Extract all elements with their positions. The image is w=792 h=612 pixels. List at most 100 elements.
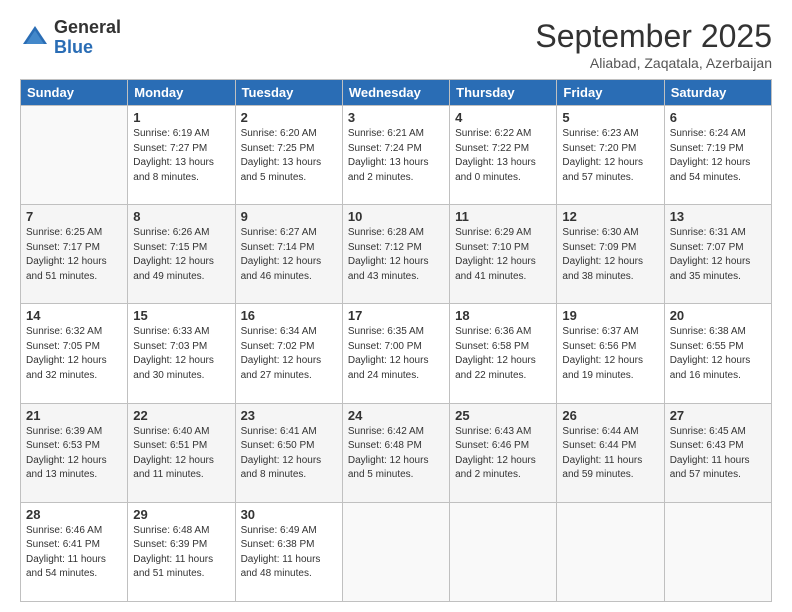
day-header-saturday: Saturday <box>664 80 771 106</box>
day-info: Sunrise: 6:22 AM Sunset: 7:22 PM Dayligh… <box>455 127 551 185</box>
day-number: 10 <box>348 209 444 224</box>
calendar-cell: 15Sunrise: 6:33 AM Sunset: 7:03 PM Dayli… <box>128 304 235 403</box>
calendar-cell <box>21 106 128 205</box>
page: General Blue September 2025 Aliabad, Zaq… <box>0 0 792 612</box>
day-info: Sunrise: 6:36 AM Sunset: 6:58 PM Dayligh… <box>455 325 551 383</box>
calendar-cell: 3Sunrise: 6:21 AM Sunset: 7:24 PM Daylig… <box>342 106 449 205</box>
day-number: 21 <box>26 408 122 423</box>
day-number: 9 <box>241 209 337 224</box>
day-header-friday: Friday <box>557 80 664 106</box>
day-number: 8 <box>133 209 229 224</box>
day-number: 1 <box>133 110 229 125</box>
day-info: Sunrise: 6:44 AM Sunset: 6:44 PM Dayligh… <box>562 425 658 483</box>
calendar-cell: 6 Sunrise: 6:24 AM Sunset: 7:19 PM Daylig… <box>664 106 771 205</box>
day-info: Sunrise: 6:27 AM Sunset: 7:14 PM Dayligh… <box>241 226 337 284</box>
day-number: 12 <box>562 209 658 224</box>
calendar-cell: 23Sunrise: 6:41 AM Sunset: 6:50 PM Dayli… <box>235 403 342 502</box>
day-header-wednesday: Wednesday <box>342 80 449 106</box>
day-info: Sunrise: 6:42 AM Sunset: 6:48 PM Dayligh… <box>348 425 444 483</box>
day-info: Sunrise: 6:48 AM Sunset: 6:39 PM Dayligh… <box>133 524 229 582</box>
day-info: Sunrise: 6:33 AM Sunset: 7:03 PM Dayligh… <box>133 325 229 383</box>
calendar-cell: 29 Sunrise: 6:48 AM Sunset: 6:39 PM Dayli… <box>128 502 235 601</box>
day-number: 16 <box>241 308 337 323</box>
week-row-2: 7 Sunrise: 6:25 AM Sunset: 7:17 PM Daylig… <box>21 205 772 304</box>
day-info: Sunrise: 6:40 AM Sunset: 6:51 PM Dayligh… <box>133 425 229 483</box>
day-number: 2 <box>241 110 337 125</box>
calendar-cell: 5 Sunrise: 6:23 AM Sunset: 7:20 PM Daylig… <box>557 106 664 205</box>
day-info: Sunrise: 6:20 AM Sunset: 7:25 PM Dayligh… <box>241 127 337 185</box>
calendar-cell: 25 Sunrise: 6:43 AM Sunset: 6:46 PM Dayli… <box>450 403 557 502</box>
calendar-cell: 10 Sunrise: 6:28 AM Sunset: 7:12 PM Dayli… <box>342 205 449 304</box>
day-number: 3 <box>348 110 444 125</box>
day-info: Sunrise: 6:49 AM Sunset: 6:38 PM Dayligh… <box>241 524 337 582</box>
day-info: Sunrise: 6:45 AM Sunset: 6:43 PM Dayligh… <box>670 425 766 483</box>
day-info: Sunrise: 6:24 AM Sunset: 7:19 PM Dayligh… <box>670 127 766 185</box>
calendar-cell: 8 Sunrise: 6:26 AM Sunset: 7:15 PM Daylig… <box>128 205 235 304</box>
day-info: Sunrise: 6:37 AM Sunset: 6:56 PM Dayligh… <box>562 325 658 383</box>
day-number: 27 <box>670 408 766 423</box>
day-number: 20 <box>670 308 766 323</box>
day-info: Sunrise: 6:25 AM Sunset: 7:17 PM Dayligh… <box>26 226 122 284</box>
calendar-cell: 18 Sunrise: 6:36 AM Sunset: 6:58 PM Dayli… <box>450 304 557 403</box>
header: General Blue September 2025 Aliabad, Zaq… <box>20 18 772 71</box>
day-number: 18 <box>455 308 551 323</box>
day-number: 11 <box>455 209 551 224</box>
day-number: 25 <box>455 408 551 423</box>
day-number: 17 <box>348 308 444 323</box>
day-number: 6 <box>670 110 766 125</box>
subtitle: Aliabad, Zaqatala, Azerbaijan <box>535 55 772 71</box>
logo: General Blue <box>20 18 121 58</box>
week-row-3: 14Sunrise: 6:32 AM Sunset: 7:05 PM Dayli… <box>21 304 772 403</box>
day-info: Sunrise: 6:32 AM Sunset: 7:05 PM Dayligh… <box>26 325 122 383</box>
calendar-cell <box>557 502 664 601</box>
day-number: 28 <box>26 507 122 522</box>
calendar-cell <box>450 502 557 601</box>
day-info: Sunrise: 6:39 AM Sunset: 6:53 PM Dayligh… <box>26 425 122 483</box>
week-row-4: 21 Sunrise: 6:39 AM Sunset: 6:53 PM Dayli… <box>21 403 772 502</box>
day-info: Sunrise: 6:28 AM Sunset: 7:12 PM Dayligh… <box>348 226 444 284</box>
calendar-cell: 22 Sunrise: 6:40 AM Sunset: 6:51 PM Dayli… <box>128 403 235 502</box>
calendar-cell: 9 Sunrise: 6:27 AM Sunset: 7:14 PM Daylig… <box>235 205 342 304</box>
day-number: 19 <box>562 308 658 323</box>
day-info: Sunrise: 6:23 AM Sunset: 7:20 PM Dayligh… <box>562 127 658 185</box>
title-block: September 2025 Aliabad, Zaqatala, Azerba… <box>535 18 772 71</box>
calendar-cell: 27 Sunrise: 6:45 AM Sunset: 6:43 PM Dayli… <box>664 403 771 502</box>
calendar-table: SundayMondayTuesdayWednesdayThursdayFrid… <box>20 79 772 602</box>
calendar-cell: 20 Sunrise: 6:38 AM Sunset: 6:55 PM Dayli… <box>664 304 771 403</box>
calendar-cell: 11 Sunrise: 6:29 AM Sunset: 7:10 PM Dayli… <box>450 205 557 304</box>
calendar-cell <box>342 502 449 601</box>
calendar-cell: 28 Sunrise: 6:46 AM Sunset: 6:41 PM Dayli… <box>21 502 128 601</box>
calendar-cell: 19 Sunrise: 6:37 AM Sunset: 6:56 PM Dayli… <box>557 304 664 403</box>
day-info: Sunrise: 6:30 AM Sunset: 7:09 PM Dayligh… <box>562 226 658 284</box>
day-number: 7 <box>26 209 122 224</box>
day-info: Sunrise: 6:34 AM Sunset: 7:02 PM Dayligh… <box>241 325 337 383</box>
day-info: Sunrise: 6:43 AM Sunset: 6:46 PM Dayligh… <box>455 425 551 483</box>
calendar-cell: 12 Sunrise: 6:30 AM Sunset: 7:09 PM Dayli… <box>557 205 664 304</box>
day-header-tuesday: Tuesday <box>235 80 342 106</box>
logo-blue-text: Blue <box>54 38 121 58</box>
day-number: 13 <box>670 209 766 224</box>
calendar-cell: 21 Sunrise: 6:39 AM Sunset: 6:53 PM Dayli… <box>21 403 128 502</box>
header-row: SundayMondayTuesdayWednesdayThursdayFrid… <box>21 80 772 106</box>
logo-icon <box>20 23 50 53</box>
day-info: Sunrise: 6:35 AM Sunset: 7:00 PM Dayligh… <box>348 325 444 383</box>
day-number: 30 <box>241 507 337 522</box>
day-info: Sunrise: 6:26 AM Sunset: 7:15 PM Dayligh… <box>133 226 229 284</box>
day-number: 24 <box>348 408 444 423</box>
week-row-1: 1Sunrise: 6:19 AM Sunset: 7:27 PM Daylig… <box>21 106 772 205</box>
calendar-cell: 24 Sunrise: 6:42 AM Sunset: 6:48 PM Dayli… <box>342 403 449 502</box>
day-number: 5 <box>562 110 658 125</box>
day-info: Sunrise: 6:46 AM Sunset: 6:41 PM Dayligh… <box>26 524 122 582</box>
calendar-cell: 7 Sunrise: 6:25 AM Sunset: 7:17 PM Daylig… <box>21 205 128 304</box>
day-info: Sunrise: 6:41 AM Sunset: 6:50 PM Dayligh… <box>241 425 337 483</box>
day-info: Sunrise: 6:29 AM Sunset: 7:10 PM Dayligh… <box>455 226 551 284</box>
day-info: Sunrise: 6:31 AM Sunset: 7:07 PM Dayligh… <box>670 226 766 284</box>
day-number: 29 <box>133 507 229 522</box>
calendar-cell: 26 Sunrise: 6:44 AM Sunset: 6:44 PM Dayli… <box>557 403 664 502</box>
day-number: 22 <box>133 408 229 423</box>
calendar-cell: 1Sunrise: 6:19 AM Sunset: 7:27 PM Daylig… <box>128 106 235 205</box>
calendar-cell: 13 Sunrise: 6:31 AM Sunset: 7:07 PM Dayli… <box>664 205 771 304</box>
day-number: 26 <box>562 408 658 423</box>
calendar-cell <box>664 502 771 601</box>
day-info: Sunrise: 6:38 AM Sunset: 6:55 PM Dayligh… <box>670 325 766 383</box>
